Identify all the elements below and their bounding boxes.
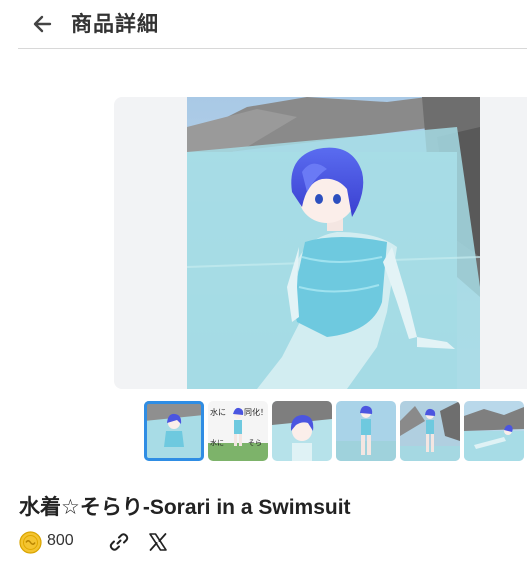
character-closeup-icon [272,401,332,461]
thumbnail-5[interactable] [400,401,460,461]
image-viewer[interactable] [114,97,527,389]
product-title: 水着☆そらり-Sorari in a Swimsuit [19,496,351,519]
header-divider [18,48,527,49]
thumb-text-bottom-left: 水に [210,438,224,447]
page-title: 商品詳細 [71,12,159,36]
thumbnail-4[interactable] [336,401,396,461]
coin-icon [19,531,42,554]
character-in-water-icon [144,401,204,461]
thumbnail-2[interactable]: 水に 同化！ 水に そら [208,401,268,461]
thumbnail-1[interactable] [144,401,204,461]
thumbnail-strip: 水に 同化！ 水に そら [144,401,527,463]
back-button[interactable] [28,9,58,39]
thumbnail-6[interactable] [464,401,524,461]
thumb-text-top-right: 同化！ [244,407,268,417]
thumbnail-3[interactable] [272,401,332,461]
thumb-text-bottom-right: そら [248,439,262,447]
price-value: 800 [47,532,74,549]
character-lying-water-icon [464,401,524,461]
arrow-left-icon [33,15,52,33]
link-icon[interactable] [108,531,130,553]
character-text-card-icon: 水に 同化！ 水に そら [208,401,268,461]
header: 商品詳細 [0,0,527,48]
thumb-text-top-left: 水に [210,407,226,417]
character-standing-rocks-icon [400,401,460,461]
main-product-image[interactable] [187,97,480,389]
x-icon[interactable] [148,532,168,552]
character-standing-icon [336,401,396,461]
